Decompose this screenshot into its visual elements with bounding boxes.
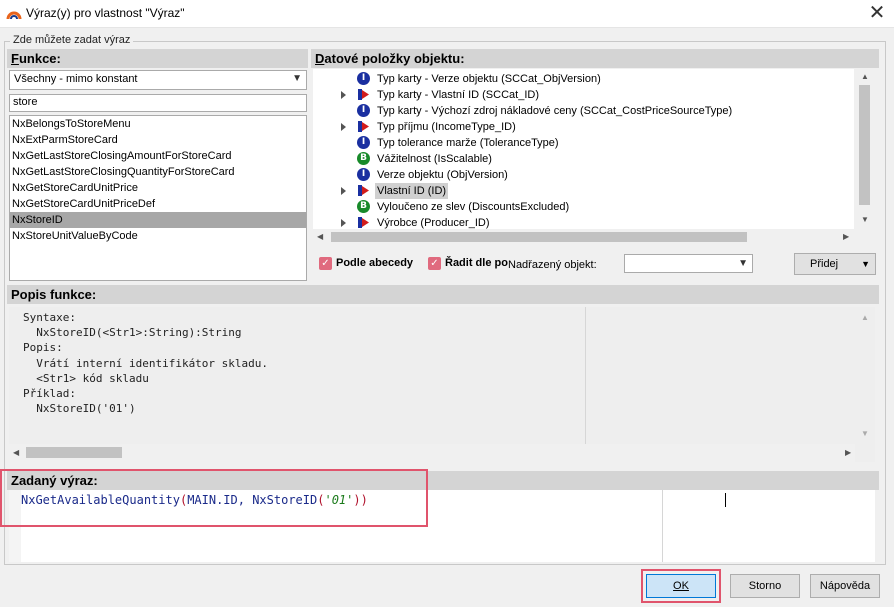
chevron-down-icon: ▼ bbox=[738, 258, 748, 269]
scroll-left-icon[interactable]: ◀ bbox=[317, 232, 323, 241]
tree-row[interactable]: B Vyloučeno ze slev (DiscountsExcluded) bbox=[313, 199, 853, 215]
tree-row[interactable]: Typ karty - Vlastní ID (SCCat_ID) bbox=[313, 87, 853, 103]
function-list-item[interactable]: NxStoreID bbox=[10, 212, 306, 228]
data-items-header: Datové položky objektu: bbox=[311, 49, 879, 68]
ok-highlight bbox=[641, 569, 721, 603]
tree-horizontal-scrollbar[interactable]: ◀ ▶ bbox=[313, 229, 854, 245]
function-filter-select[interactable]: Všechny - mimo konstant ▼ bbox=[9, 70, 307, 90]
info-icon: I bbox=[357, 104, 370, 117]
scroll-up-icon[interactable]: ▲ bbox=[861, 72, 869, 81]
description-line: <Str1> kód skladu bbox=[23, 371, 149, 385]
scroll-up-icon[interactable]: ▲ bbox=[861, 313, 869, 322]
description-line: NxStoreID('01') bbox=[23, 402, 136, 416]
description-line: Příklad: bbox=[23, 387, 76, 401]
sort-alpha-label: Podle abecedy bbox=[336, 257, 414, 269]
scroll-down-icon[interactable]: ▼ bbox=[861, 215, 869, 224]
tree-row[interactable]: I Typ tolerance marže (ToleranceType) bbox=[313, 135, 853, 151]
tree-vertical-scrollbar[interactable]: ▲ ▼ bbox=[855, 69, 875, 229]
description-horizontal-scrollbar[interactable]: ◀ ▶ bbox=[9, 444, 855, 462]
scroll-right-icon[interactable]: ▶ bbox=[843, 232, 849, 241]
tree-row[interactable]: Vlastní ID (ID) bbox=[313, 183, 853, 199]
parent-object-select[interactable]: ▼ bbox=[624, 254, 753, 273]
info-icon: I bbox=[357, 136, 370, 149]
tree-row[interactable]: B Vážitelnost (IsScalable) bbox=[313, 151, 853, 167]
description-divider bbox=[585, 307, 586, 444]
expand-arrow-icon[interactable] bbox=[341, 91, 346, 99]
description-line: NxStoreID(<Str1>:String):String bbox=[23, 326, 242, 340]
groupbox-legend: Zde můžete zadat výraz bbox=[10, 34, 134, 46]
description-area: Syntaxe: NxStoreID(<Str1>:String):String… bbox=[9, 307, 875, 462]
function-list-item[interactable]: NxGetLastStoreClosingQuantityForStoreCar… bbox=[10, 164, 306, 180]
functions-header: Funkce: bbox=[7, 49, 308, 68]
tree-row-label: Typ karty - Verze objektu (SCCat_ObjVers… bbox=[377, 73, 601, 85]
scroll-right-icon[interactable]: ▶ bbox=[845, 448, 851, 457]
cancel-button[interactable]: Storno bbox=[730, 574, 800, 598]
bool-icon: B bbox=[357, 152, 370, 165]
title-bar: Výraz(y) pro vlastnost "Výraz" ✕ bbox=[0, 0, 894, 28]
sort-by-checkbox[interactable]: ✓ bbox=[428, 257, 441, 270]
function-list-item[interactable]: NxGetStoreCardUnitPrice bbox=[10, 180, 306, 196]
description-text: Syntaxe: NxStoreID(<Str1>:String):String… bbox=[23, 310, 268, 416]
chevron-down-icon: ▼ bbox=[861, 259, 870, 269]
data-items-tree: I Typ karty - Verze objektu (SCCat_ObjVer… bbox=[313, 69, 854, 229]
tree-row-label: Typ karty - Vlastní ID (SCCat_ID) bbox=[377, 89, 539, 101]
close-icon[interactable]: ✕ bbox=[864, 2, 890, 24]
info-icon: I bbox=[357, 72, 370, 85]
tree-row-label: Vyloučeno ze slev (DiscountsExcluded) bbox=[377, 201, 570, 213]
scroll-thumb[interactable] bbox=[331, 232, 747, 242]
function-list-item[interactable]: NxBelongsToStoreMenu bbox=[10, 116, 306, 132]
scroll-left-icon[interactable]: ◀ bbox=[13, 448, 19, 457]
add-button[interactable]: Přidej ▼ bbox=[794, 253, 876, 275]
tree-row-label: Typ tolerance marže (ToleranceType) bbox=[377, 137, 559, 149]
scroll-thumb[interactable] bbox=[859, 85, 870, 205]
function-list-item[interactable]: NxStoreUnitValueByCode bbox=[10, 228, 306, 244]
help-button[interactable]: Nápověda bbox=[810, 574, 880, 598]
function-list-item[interactable]: NxGetLastStoreClosingAmountForStoreCard bbox=[10, 148, 306, 164]
tree-row-label: Vlastní ID (ID) bbox=[375, 183, 449, 199]
expression-divider bbox=[662, 490, 663, 562]
app-logo-icon bbox=[6, 11, 22, 20]
description-line: Syntaxe: bbox=[23, 311, 76, 324]
tree-row-label: Vážitelnost (IsScalable) bbox=[377, 153, 492, 165]
description-line: Vrátí interní identifikátor skladu. bbox=[23, 356, 269, 370]
scroll-thumb[interactable] bbox=[26, 447, 122, 458]
tree-row-label: Typ karty - Výchozí zdroj nákladové ceny… bbox=[377, 105, 733, 117]
link-icon bbox=[358, 185, 369, 196]
description-vertical-scrollbar[interactable]: ▲ ▼ bbox=[855, 307, 875, 444]
chevron-down-icon: ▼ bbox=[292, 73, 302, 84]
tree-row-label: Verze objektu (ObjVersion) bbox=[377, 169, 508, 181]
expand-arrow-icon[interactable] bbox=[341, 219, 346, 227]
tree-row[interactable]: I Typ karty - Výchozí zdroj nákladové cen… bbox=[313, 103, 853, 119]
tree-row[interactable]: I Typ karty - Verze objektu (SCCat_ObjVer… bbox=[313, 71, 853, 87]
expression-highlight bbox=[0, 469, 428, 527]
function-list-item[interactable]: NxGetStoreCardUnitPriceDef bbox=[10, 196, 306, 212]
info-icon: I bbox=[357, 168, 370, 181]
scroll-down-icon[interactable]: ▼ bbox=[861, 429, 869, 438]
link-icon bbox=[358, 89, 369, 100]
tree-row[interactable]: Typ příjmu (IncomeType_ID) bbox=[313, 119, 853, 135]
link-icon bbox=[358, 217, 369, 228]
function-search-input[interactable]: store bbox=[9, 94, 307, 112]
sort-by-label: Řadit dle po bbox=[445, 257, 508, 269]
description-line: Popis: bbox=[23, 341, 63, 355]
tree-row[interactable]: I Verze objektu (ObjVersion) bbox=[313, 167, 853, 183]
function-list: NxBelongsToStoreMenu NxExtParmStoreCard Nx… bbox=[9, 115, 307, 281]
description-header: Popis funkce: bbox=[7, 285, 879, 304]
sort-alpha-checkbox[interactable]: ✓ bbox=[319, 257, 332, 270]
text-cursor bbox=[725, 493, 726, 507]
parent-object-label: Nadřazený objekt: bbox=[508, 259, 597, 271]
expand-arrow-icon[interactable] bbox=[341, 187, 346, 195]
expand-arrow-icon[interactable] bbox=[341, 123, 346, 131]
bool-icon: B bbox=[357, 200, 370, 213]
tree-row-label: Typ příjmu (IncomeType_ID) bbox=[377, 121, 516, 133]
window-title: Výraz(y) pro vlastnost "Výraz" bbox=[26, 6, 185, 20]
function-list-item[interactable]: NxExtParmStoreCard bbox=[10, 132, 306, 148]
link-icon bbox=[358, 121, 369, 132]
